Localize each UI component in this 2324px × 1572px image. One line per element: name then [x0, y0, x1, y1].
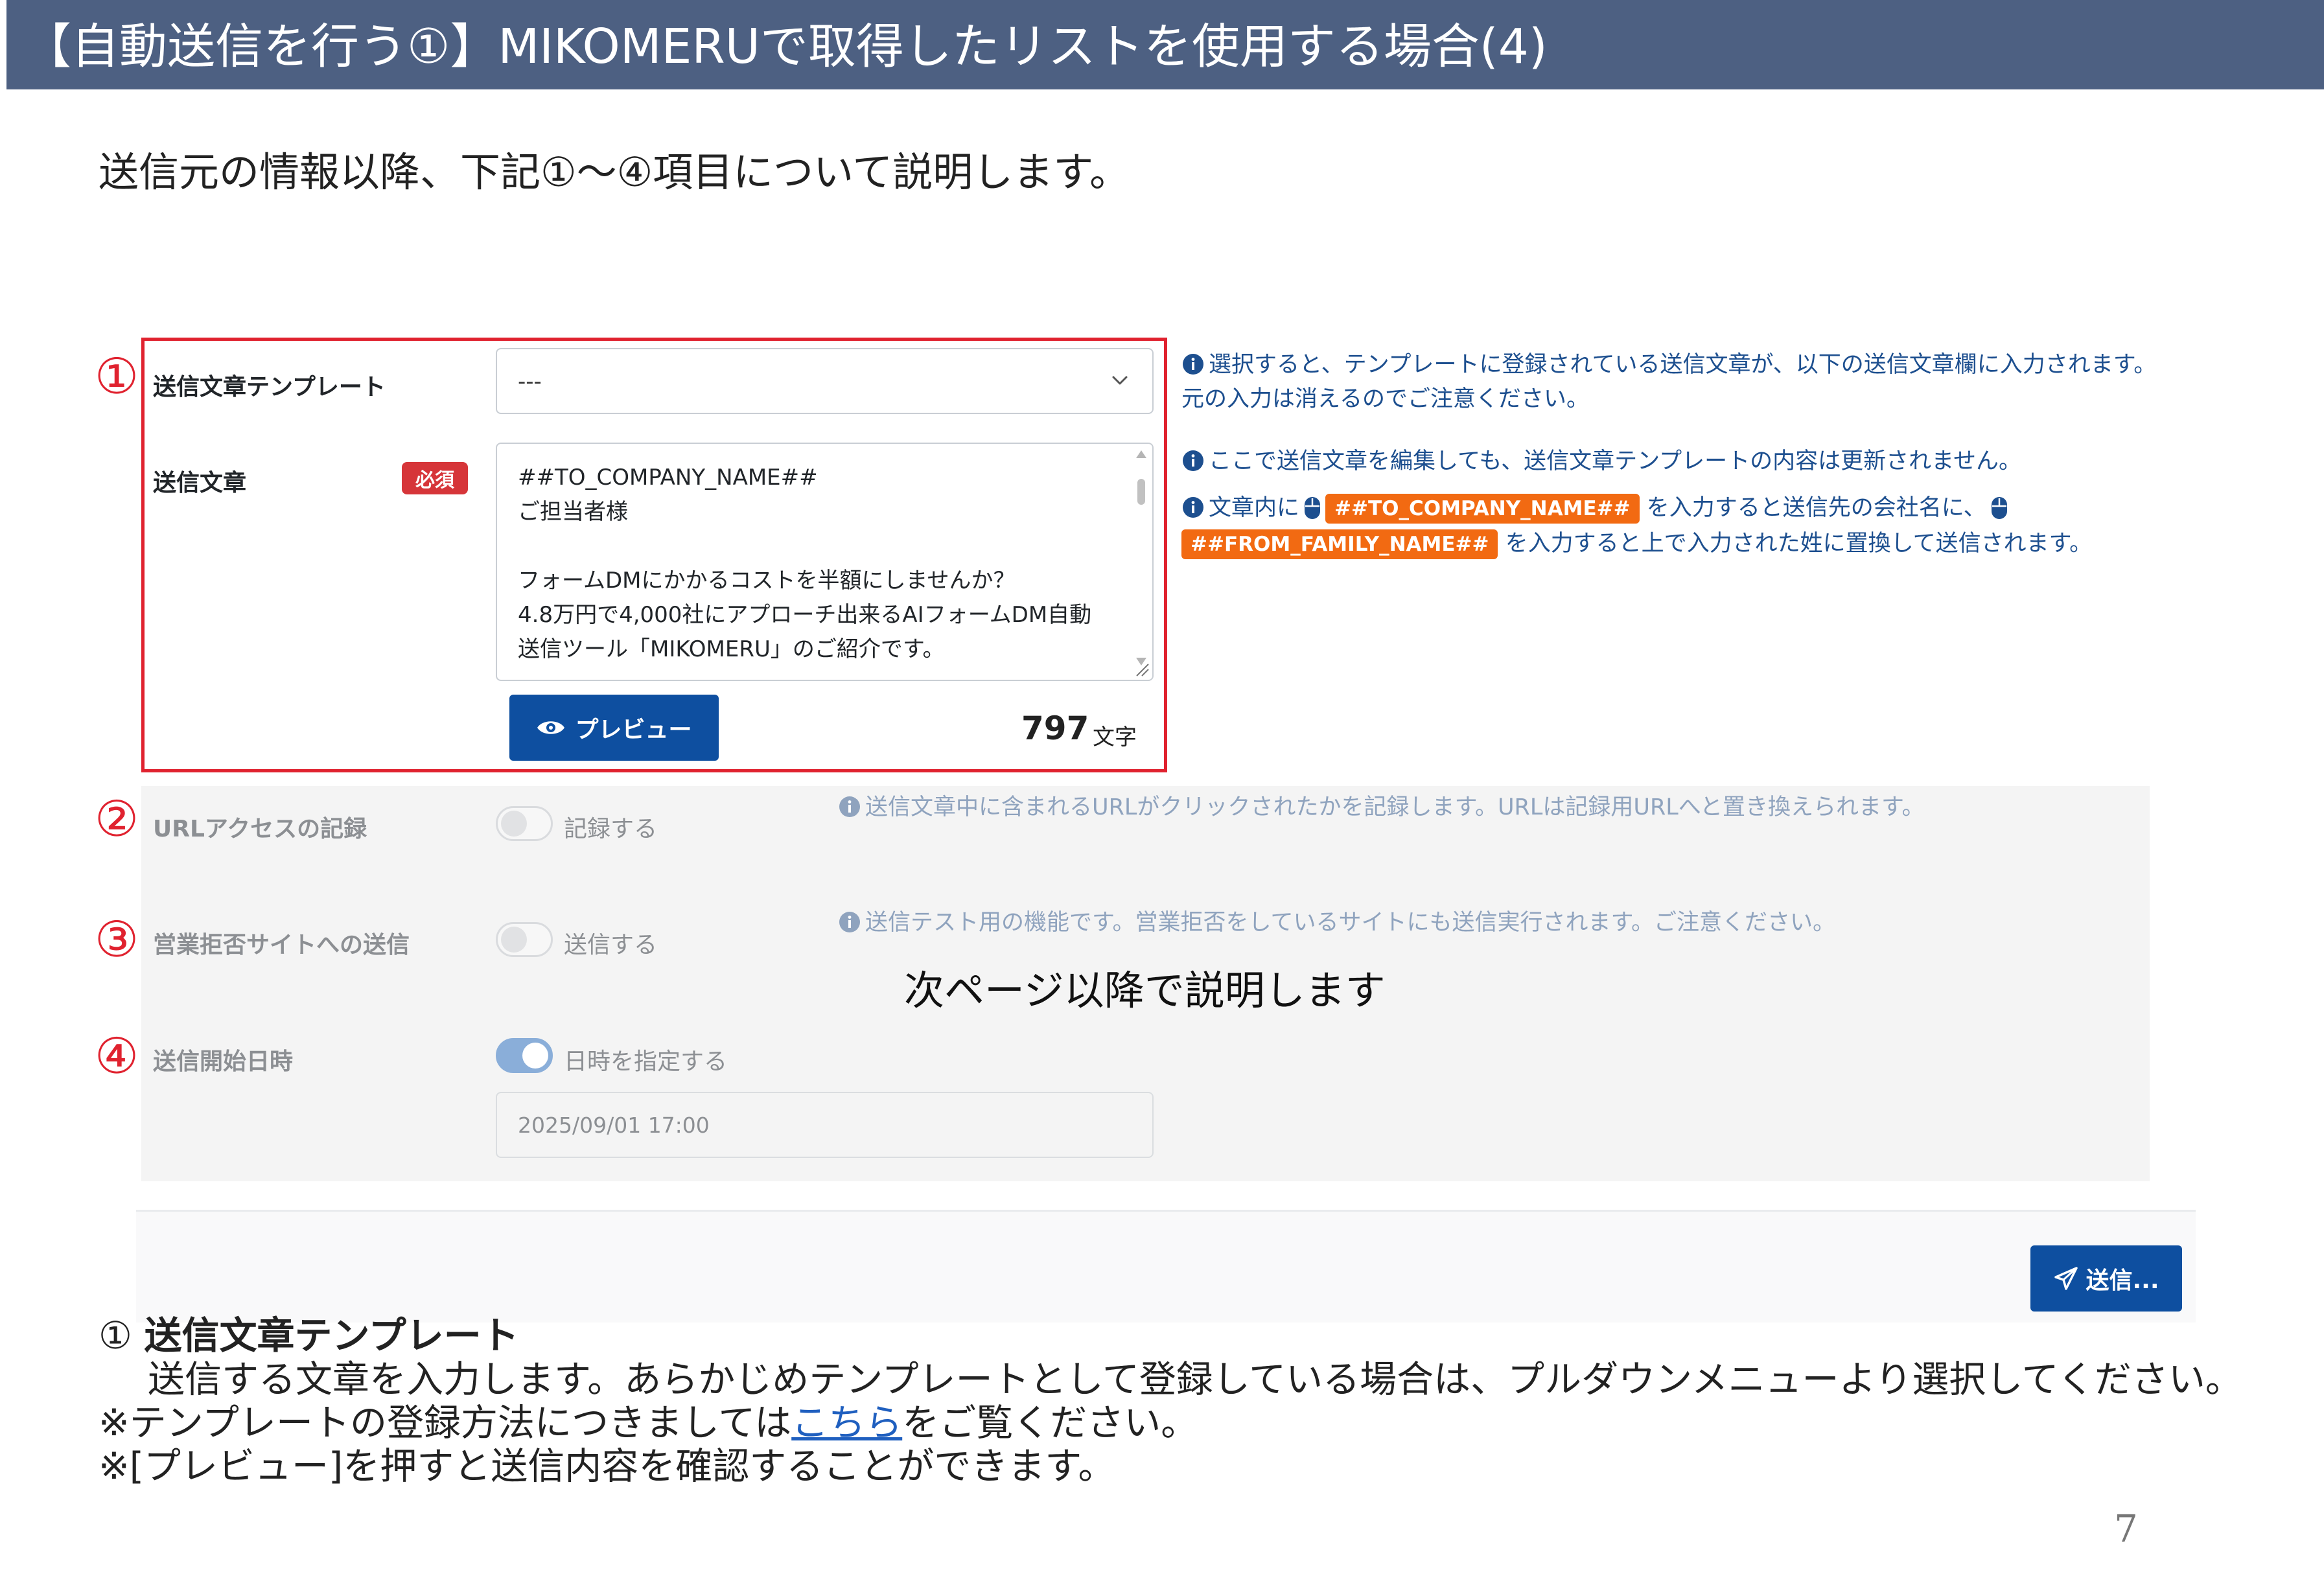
start-datetime-value: 2025/09/01 17:00 — [518, 1113, 710, 1138]
preview-button-label: プレビュー — [575, 717, 692, 743]
info-icon — [1183, 354, 1203, 375]
char-count: 797 — [1021, 710, 1089, 747]
url-access-label: URLアクセスの記録 — [153, 816, 367, 842]
message-text: ##TO_COMPANY_NAME## ご担当者様 フォームDMにかかるコストを… — [518, 465, 1092, 662]
resize-handle[interactable] — [1133, 660, 1150, 677]
template-help-text: 選択すると、テンプレートに登録されている送信文章が、以下の送信文章欄に入力されま… — [1181, 352, 2157, 412]
refusal-sites-toggle[interactable] — [496, 922, 553, 957]
marker-3: ③ — [95, 910, 139, 968]
start-datetime-input[interactable]: 2025/09/01 17:00 — [496, 1092, 1154, 1158]
url-access-help: 送信文章中に含まれるURLがクリックされたかを記録します。URLは記録用URLへ… — [838, 791, 1925, 825]
textarea-scrollbar[interactable] — [1133, 448, 1150, 668]
url-access-help-text: 送信文章中に含まれるURLがクリックされたかを記録します。URLは記録用URLへ… — [865, 794, 1925, 820]
marker-1: ① — [95, 347, 139, 405]
refusal-sites-label: 営業拒否サイトへの送信 — [153, 932, 410, 958]
next-page-note: 次ページ以降で説明します — [904, 967, 1386, 1014]
page-number: 7 — [2114, 1507, 2138, 1551]
info-icon — [1183, 450, 1203, 471]
char-unit: 文字 — [1093, 724, 1137, 750]
refusal-sites-help: 送信テスト用の機能です。営業拒否をしているサイトにも送信実行されます。ご注意くだ… — [838, 906, 1835, 940]
toggle-knob — [522, 1043, 548, 1069]
template-label: 送信文章テンプレート — [153, 374, 386, 400]
send-button-label: 送信... — [2086, 1267, 2159, 1294]
description-number: ① — [99, 1313, 132, 1358]
description-title-text: 送信文章テンプレート — [144, 1313, 519, 1358]
template-select-value: --- — [518, 369, 542, 395]
message-help-2b: を入力すると送信先の会社名に、 — [1646, 495, 1986, 521]
start-datetime-label: 送信開始日時 — [153, 1048, 294, 1075]
toggle-knob — [501, 811, 527, 837]
tag-to-company-name[interactable]: ##TO_COMPANY_NAME## — [1325, 494, 1640, 524]
preview-button[interactable]: プレビュー — [509, 695, 719, 761]
info-icon — [839, 912, 860, 932]
required-badge: 必須 — [402, 462, 468, 494]
info-icon — [839, 796, 860, 817]
message-help-2: 文章内に ##TO_COMPANY_NAME## を入力すると送信先の会社名に、 … — [1181, 491, 2218, 561]
page-subtitle: 送信元の情報以降、下記①～④項目について説明します。 — [99, 148, 1130, 196]
mouse-icon — [1991, 497, 2007, 519]
marker-4: ④ — [95, 1027, 139, 1085]
refusal-sites-help-text: 送信テスト用の機能です。営業拒否をしているサイトにも送信実行されます。ご注意くだ… — [865, 910, 1835, 936]
start-datetime-toggle[interactable] — [496, 1038, 553, 1073]
description-line-2b: をご覧ください。 — [902, 1402, 1198, 1444]
message-textarea[interactable]: ##TO_COMPANY_NAME## ご担当者様 フォームDMにかかるコストを… — [496, 443, 1154, 681]
info-icon — [1183, 497, 1203, 518]
toggle-knob — [501, 927, 527, 953]
template-help: 選択すると、テンプレートに登録されている送信文章が、以下の送信文章欄に入力されま… — [1181, 348, 2167, 417]
description-line-2a: ※テンプレートの登録方法につきましては — [99, 1402, 792, 1444]
message-label: 送信文章 — [153, 470, 247, 496]
marker-2: ② — [95, 790, 139, 848]
send-button[interactable]: 送信... — [2030, 1245, 2182, 1312]
description-line-1: 送信する文章を入力します。あらかじめテンプレートとして登録している場合は、プルダ… — [148, 1358, 2242, 1401]
tag-from-family-name[interactable]: ##FROM_FAMILY_NAME## — [1181, 529, 1498, 559]
message-help-2c: を入力すると上で入力された姓に置換して送信されます。 — [1505, 531, 2093, 557]
refusal-sites-toggle-label: 送信する — [564, 932, 658, 958]
message-help-1: ここで送信文章を編集しても、送信文章テンプレートの内容は更新されません。 — [1181, 445, 2218, 479]
chevron-down-icon — [1112, 376, 1128, 385]
description-line-3: ※[プレビュー]を押すと送信内容を確認することができます。 — [99, 1445, 1115, 1488]
eye-icon — [537, 721, 565, 734]
form-footer — [136, 1210, 2196, 1323]
message-help-2a: 文章内に — [1209, 495, 1300, 521]
paper-plane-icon — [2054, 1267, 2078, 1290]
description-title: ① 送信文章テンプレート — [99, 1314, 519, 1358]
start-datetime-toggle-label: 日時を指定する — [564, 1048, 728, 1075]
page-title: 【自動送信を行う①】MIKOMERUで取得したリストを使用する場合(4) — [23, 19, 1548, 75]
mouse-icon — [1305, 497, 1321, 519]
message-help-1-text: ここで送信文章を編集しても、送信文章テンプレートの内容は更新されません。 — [1209, 448, 2022, 474]
template-guide-link[interactable]: こちら — [791, 1402, 902, 1444]
url-access-toggle[interactable] — [496, 806, 553, 841]
description-line-2: ※テンプレートの登録方法につきましてはこちらをご覧ください。 — [99, 1402, 1198, 1445]
template-select[interactable]: --- — [496, 348, 1154, 414]
url-access-toggle-label: 記録する — [564, 816, 658, 842]
